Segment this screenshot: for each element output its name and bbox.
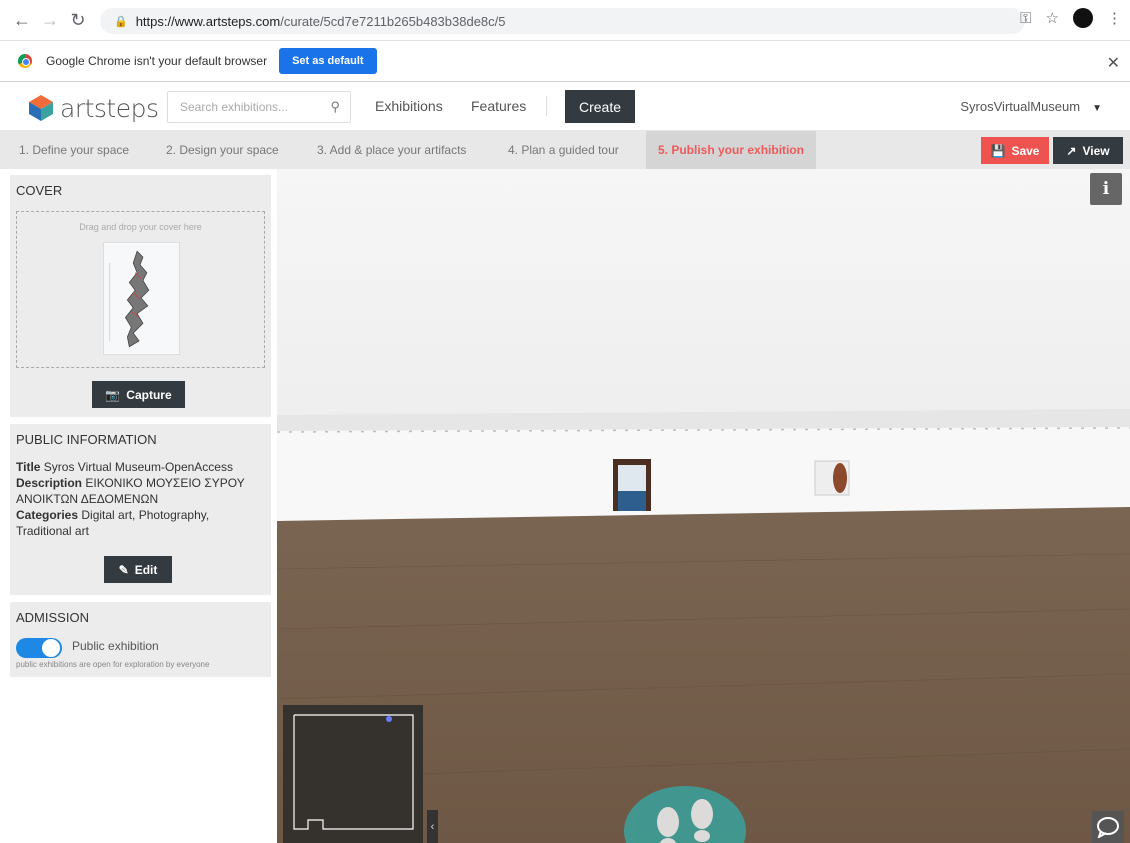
exhibition-3d-viewport[interactable]: i ‹ [277,169,1130,843]
default-browser-infobar: Google Chrome isn't your default browser… [0,40,1130,82]
caret-down-icon: ▼ [1092,103,1102,114]
edit-icon: ✎ [118,562,129,577]
edit-button[interactable]: ✎ Edit [104,556,172,583]
public-exhibition-toggle[interactable] [16,638,62,658]
forward-arrow-icon[interactable]: → [36,6,64,34]
steps-bar: 1. Define your space 2. Design your spac… [0,131,1130,169]
save-label: Save [1011,143,1040,158]
minimap-floorplan [293,714,414,830]
profile-avatar[interactable] [1073,8,1093,28]
cover-image [103,242,180,355]
title-row: Title Syros Virtual Museum-OpenAccess [16,459,265,475]
user-name: SyrosVirtualMuseum [960,99,1081,114]
camera-icon: 📷 [105,387,121,402]
cube-logo-icon [29,95,53,121]
chat-graphic [1097,817,1119,838]
edit-label: Edit [134,562,158,577]
artsteps-logo[interactable]: artsteps [26,93,159,123]
admission-title: ADMISSION [16,610,89,625]
step-define-space[interactable]: 1. Define your space [19,131,129,169]
toggle-label: Public exhibition [72,639,159,653]
external-link-icon: ↗ [1066,143,1077,158]
search-input[interactable]: Search exhibitions... ⚲ [167,91,351,123]
categories-row: Categories Digital art, Photography, Tra… [16,507,265,539]
toggle-knob [42,639,60,657]
infobar-message: Google Chrome isn't your default browser [46,54,268,68]
capture-label: Capture [126,387,172,402]
close-icon[interactable]: ✕ [1107,53,1120,73]
create-button[interactable]: Create [565,90,635,123]
nav-features[interactable]: Features [471,98,526,114]
url-host: https://www.artsteps.com [135,13,281,29]
public-info-details: Title Syros Virtual Museum-OpenAccess De… [10,459,271,539]
capture-button[interactable]: 📷 Capture [92,381,185,408]
step-add-artifacts[interactable]: 3. Add & place your artifacts [317,131,466,169]
star-icon[interactable]: ☆ [1046,9,1059,27]
set-default-button[interactable]: Set as default [279,48,377,74]
step-design-space[interactable]: 2. Design your space [166,131,279,169]
kebab-menu-icon[interactable]: ⋮ [1107,9,1122,27]
admission-note: public exhibitions are open for explorat… [16,660,210,669]
categories-label: Categories [16,508,79,522]
description-row: Description ΕΙΚΟΝΙΚΟ ΜΟΥΣΕΙΟ ΣΥΡΟΥ ΑΝΟΙΚ… [16,475,265,507]
url-path: /curate/5cd7e7211b265b483b38de8c/5 [280,13,506,29]
minimap[interactable] [283,705,423,843]
chevron-left-icon[interactable]: ‹ [427,810,438,843]
description-label: Description [16,476,83,490]
title-value: Syros Virtual Museum-OpenAccess [43,460,233,474]
public-info-panel: PUBLIC INFORMATION Title Syros Virtual M… [10,424,271,595]
floppy-icon: 💾 [990,143,1006,158]
cover-dropzone[interactable]: Drag and drop your cover here [16,211,265,368]
logo-text: artsteps [60,93,159,123]
key-icon[interactable]: ⚿ [1020,10,1031,27]
chrome-logo-icon [18,54,32,68]
lock-icon: 🔒 [114,15,128,28]
browser-toolbar: ← → ↻ 🔒 https://www.artsteps.com/curate/… [0,0,1130,40]
back-arrow-icon[interactable]: ← [8,6,36,34]
title-label: Title [16,460,41,474]
search-icon[interactable]: ⚲ [330,99,340,115]
view-button[interactable]: ↗ View [1053,137,1123,164]
user-menu[interactable]: SyrosVirtualMuseum ▼ [960,99,1102,114]
left-sidebar: COVER Drag and drop your cover here 📷 Ca… [0,169,277,843]
step-guided-tour[interactable]: 4. Plan a guided tour [508,131,619,169]
step-publish[interactable]: 5. Publish your exhibition [646,131,817,169]
save-button[interactable]: 💾 Save [981,137,1049,164]
cover-panel: COVER Drag and drop your cover here 📷 Ca… [10,175,271,417]
chat-bubble-icon[interactable] [1092,811,1124,843]
view-label: View [1082,143,1110,158]
footsteps-icon[interactable] [624,786,746,843]
reload-icon[interactable]: ↻ [64,6,92,34]
admission-panel: ADMISSION Public exhibition public exhib… [10,602,271,677]
footsteps-graphic [657,799,713,843]
dropzone-hint: Drag and drop your cover here [79,222,202,232]
nav-divider [546,96,547,116]
browser-actions: ⚿ ☆ ⋮ [1020,8,1122,28]
info-icon[interactable]: i [1090,173,1122,205]
nav-exhibitions[interactable]: Exhibitions [375,98,443,114]
address-bar[interactable]: 🔒 https://www.artsteps.com/curate/5cd7e7… [100,8,1025,34]
search-placeholder: Search exhibitions... [180,100,289,114]
public-info-title: PUBLIC INFORMATION [16,432,157,447]
app-header: artsteps Search exhibitions... ⚲ Exhibit… [0,82,1130,131]
cover-title: COVER [16,183,63,198]
